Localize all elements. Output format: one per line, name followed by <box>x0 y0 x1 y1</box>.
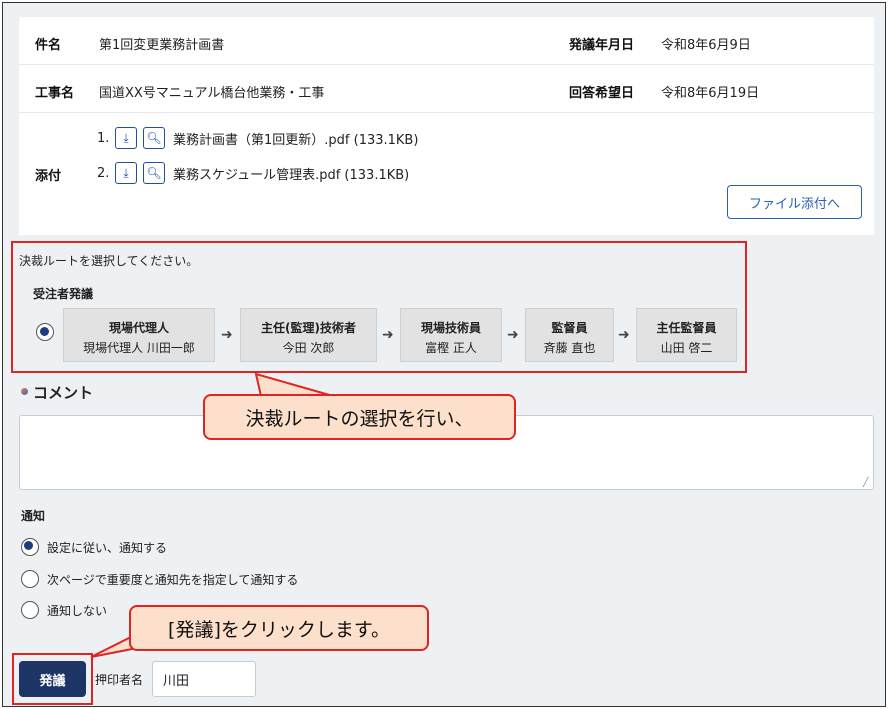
callout-route: 決裁ルートの選択を行い、 <box>203 394 516 440</box>
callout-pointers <box>90 372 334 658</box>
callout-issue: [発議]をクリックします。 <box>129 605 429 651</box>
form-frame: 件名 第1回変更業務計画書 発議年月日 令和8年6月9日 工事名 国道XX号マニ… <box>2 2 886 707</box>
